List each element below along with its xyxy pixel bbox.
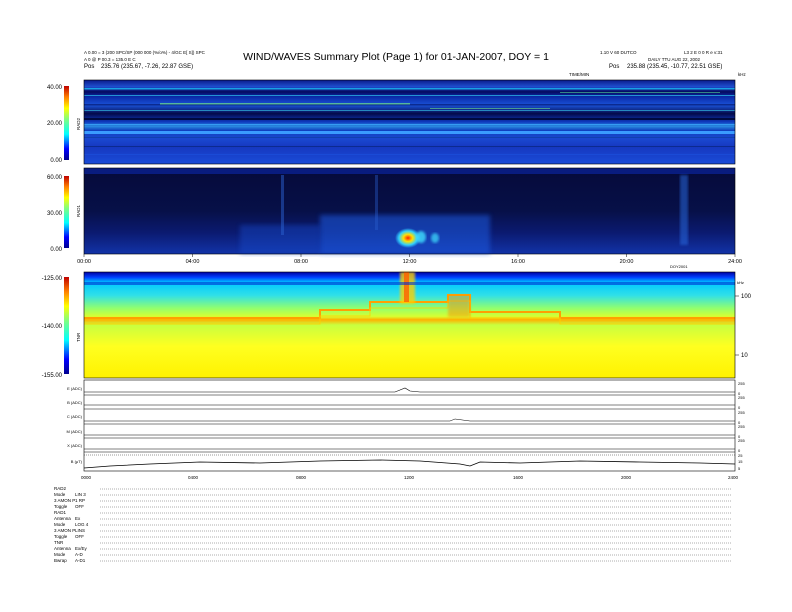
time-tick-1: 04:00 xyxy=(186,259,200,265)
line-panel-2-label: C (ADC) xyxy=(67,414,83,419)
tnr-cbar-tick-mid: -140.00 xyxy=(42,324,63,330)
tnr-right-tick-100: 100 xyxy=(741,294,752,300)
tnr-spectrogram xyxy=(84,272,735,378)
tnr-cbar-tick-bottom: -155.00 xyxy=(42,373,63,379)
rad2-cbar-tick-top: 40.00 xyxy=(47,85,63,91)
footer-row-2-value: 1 RP xyxy=(75,498,86,503)
rad2-colorbar xyxy=(64,86,69,160)
tnr-right-tick-10: 10 xyxy=(741,353,748,359)
footer-row-12-key: Bwrap xyxy=(54,558,67,563)
footer-row-2-key: 3 AMON P xyxy=(54,498,76,503)
footer-row-8-key: Toggle xyxy=(54,534,68,539)
line-panel-0-label: E (ADC) xyxy=(67,386,83,391)
tnr-tag: DOY2001 xyxy=(670,264,688,269)
time-tick-6: 24:00 xyxy=(728,259,742,265)
footer-row-1-key: Mode xyxy=(54,492,66,497)
line-panel-3-tick-top: 255 xyxy=(738,424,745,429)
footer-row-12-value: A-D1 xyxy=(75,558,86,563)
bottom-tick-2: 0800 xyxy=(296,475,307,480)
line-panel-5-tick-2: 5 xyxy=(738,466,741,471)
rad1-cbar-tick-bottom: 0.00 xyxy=(50,247,62,253)
footer-row-5-value: Ex xyxy=(75,516,81,521)
line-panel-5-label: B (μT) xyxy=(71,459,83,464)
footer-row-8-value: OFF xyxy=(75,534,84,539)
rad1-cbar-tick-top: 60.00 xyxy=(47,175,63,181)
line-panel-2-tick-top: 255 xyxy=(738,410,745,415)
footer-row-6-value: LOG 4 xyxy=(75,522,89,527)
footer-dotted-lines xyxy=(100,488,732,562)
line-panel-0-tick-top: 255 xyxy=(738,381,745,386)
rad1-cbar-tick-mid: 30.00 xyxy=(47,211,63,217)
footer-row-10-value: Ex/Ey xyxy=(75,546,87,551)
footer-row-11-key: Mode xyxy=(54,552,66,557)
time-tick-0: 00:00 xyxy=(77,259,91,265)
bottom-tick-3: 1200 xyxy=(404,475,415,480)
rad2-cbar-tick-mid: 20.00 xyxy=(47,121,63,127)
footer-row-10-key: Antenna xyxy=(54,546,71,551)
tnr-colorbar xyxy=(64,277,69,374)
time-tick-4: 16:00 xyxy=(511,259,525,265)
rad1-spectrogram xyxy=(84,168,735,254)
footer-row-11-value: A-D xyxy=(75,552,83,557)
bottom-tick-4: 1600 xyxy=(513,475,524,480)
bottom-tick-6: 2400 xyxy=(728,475,739,480)
footer-row-3-value: OFF xyxy=(75,504,84,509)
line-panels xyxy=(83,379,736,472)
footer-row-4-key: RAD1 xyxy=(54,510,67,515)
footer-row-7-value: LINS xyxy=(75,528,86,533)
rad1-label: RAD1 xyxy=(76,204,81,217)
footer-row-1-value: LIN 3 xyxy=(75,492,86,497)
footer-row-3-key: Toggle xyxy=(54,504,68,509)
line-panel-4-label: X (ADC) xyxy=(67,443,83,448)
footer-row-5-key: Antenna xyxy=(54,516,71,521)
time-tick-2: 08:00 xyxy=(294,259,308,265)
line-panel-1-tick-top: 255 xyxy=(738,395,745,400)
rad2-label: RAD2 xyxy=(76,117,81,130)
footer-row-0-key: RAD2 xyxy=(54,486,67,491)
line-panel-3-label: M (ADC) xyxy=(66,429,82,434)
footer-row-7-key: 3 AMON P xyxy=(54,528,76,533)
line-panel-4-tick-top: 255 xyxy=(738,438,745,443)
line-panel-5-tick-1: 15 xyxy=(738,459,743,464)
bottom-tick-1: 0400 xyxy=(188,475,199,480)
rad2-spectrogram xyxy=(84,80,735,164)
time-tick-5: 20:00 xyxy=(620,259,634,265)
bottom-tick-5: 2000 xyxy=(621,475,632,480)
tnr-right-unit: kHz xyxy=(737,280,744,285)
rad2-cbar-tick-bottom: 0.00 xyxy=(50,158,62,164)
tnr-cbar-tick-top: -125.00 xyxy=(42,276,63,282)
rad1-colorbar xyxy=(64,176,69,248)
footer-row-6-key: Mode xyxy=(54,522,66,527)
tnr-label: TNR xyxy=(76,332,81,342)
rad1-time-ticks xyxy=(83,254,736,257)
summary-plot: 40.00 20.00 0.00 60.00 30.00 0.00 -125.0… xyxy=(42,79,752,562)
line-panel-1-label: B (ADC) xyxy=(67,400,83,405)
time-tick-3: 12:00 xyxy=(403,259,417,265)
bottom-tick-0: 0000 xyxy=(81,475,92,480)
footer-row-9-key: TNR xyxy=(54,540,64,545)
line-panel-5-tick-0: 25 xyxy=(738,453,743,458)
